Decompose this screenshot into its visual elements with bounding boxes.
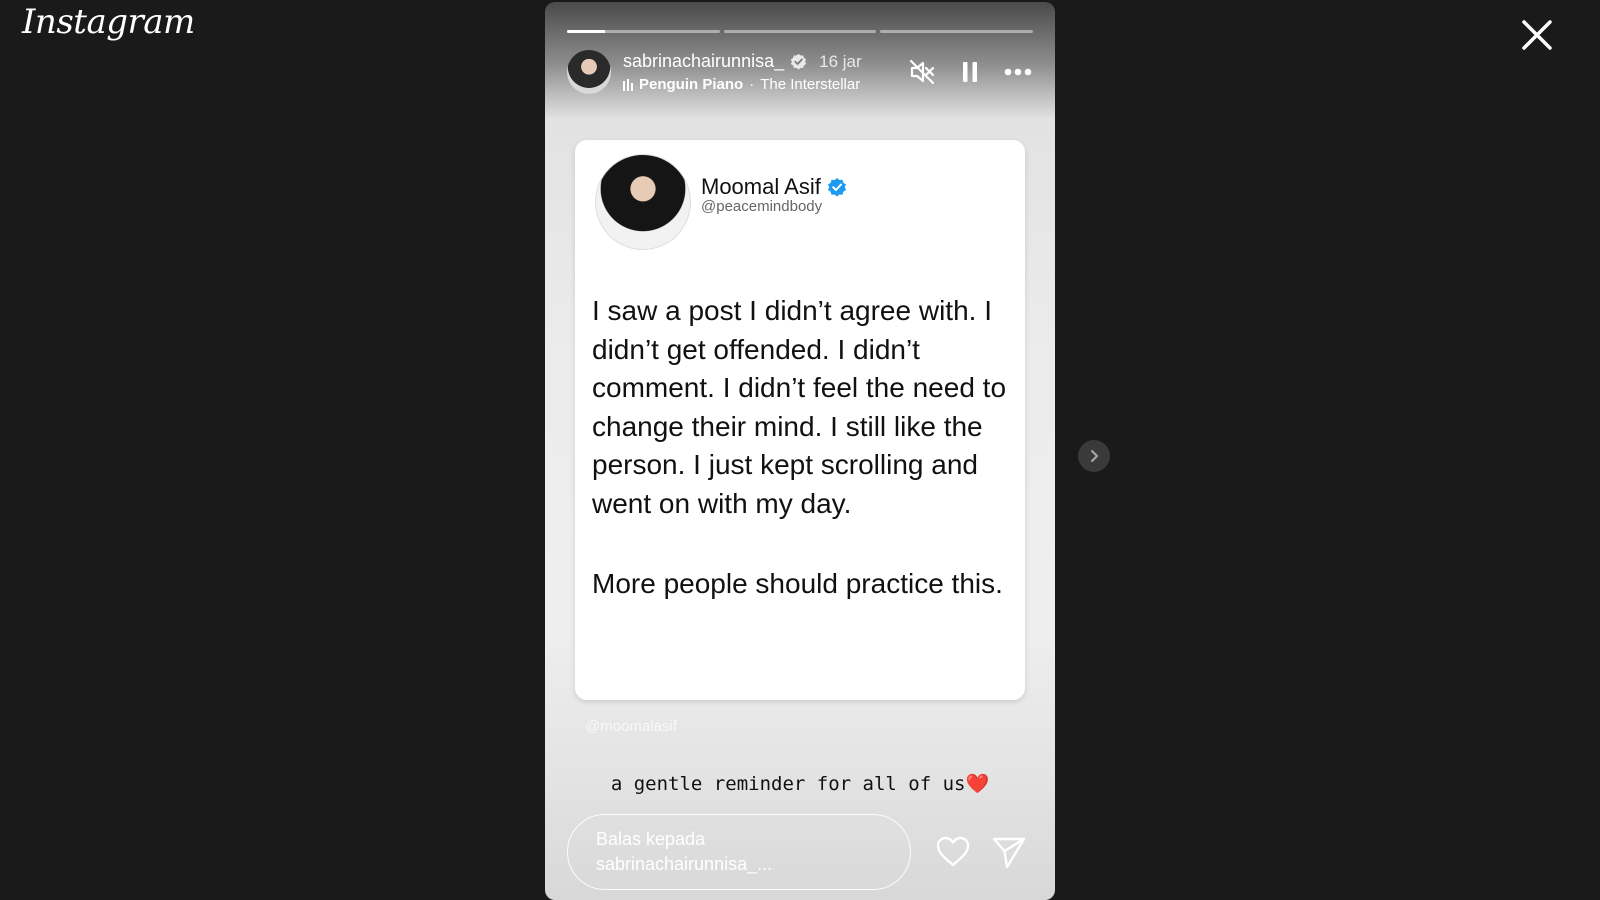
send-icon [992, 837, 1026, 869]
speaker-muted-icon [909, 59, 935, 85]
quote-author-handle: @peacemindbody [701, 198, 823, 215]
progress-segment [723, 30, 877, 33]
story-progress [567, 30, 1034, 33]
story-viewer[interactable]: sabrinachairunnisa_ 16 jar Penguin Piano… [545, 2, 1055, 900]
user-avatar[interactable] [567, 50, 611, 94]
reply-input[interactable]: Balas kepada sabrinachairunnisa_... [567, 814, 911, 890]
story-caption: a gentle reminder for all of us❤️ [545, 772, 1055, 795]
music-separator: · [749, 76, 755, 93]
username[interactable]: sabrinachairunnisa_ [623, 51, 784, 72]
story-controls [907, 57, 1033, 87]
share-button[interactable] [989, 832, 1029, 872]
close-icon [1522, 20, 1552, 50]
pause-icon [963, 62, 977, 82]
chevron-right-icon [1091, 450, 1098, 462]
music-info[interactable]: Penguin Piano · The Interstellar [623, 76, 895, 93]
more-dots-icon [1004, 68, 1032, 76]
verified-badge-icon [827, 178, 846, 197]
instagram-logo[interactable]: Instagram [22, 2, 195, 42]
more-options-button[interactable] [1003, 57, 1033, 87]
progress-segment [880, 30, 1034, 33]
heart-emoji: ❤️ [965, 773, 990, 795]
music-title: The Interstellar [760, 76, 861, 93]
quote-author-avatar [595, 154, 691, 250]
story-meta: sabrinachairunnisa_ 16 jar Penguin Piano… [623, 51, 895, 93]
quote-text: I saw a post I didn’t agree with. I didn… [592, 295, 1007, 519]
quote-text-closing: More people should practice this. [592, 568, 1003, 599]
quote-card: Moomal Asif @peacemindbody I saw a post … [575, 140, 1025, 700]
next-story-button[interactable] [1078, 440, 1110, 472]
music-artist: Penguin Piano [639, 76, 744, 93]
close-button[interactable] [1514, 12, 1560, 58]
progress-fill [567, 30, 606, 33]
reply-placeholder-line2: sabrinachairunnisa_... [596, 854, 773, 874]
verified-badge-icon [790, 53, 807, 70]
mute-button[interactable] [907, 57, 937, 87]
pause-button[interactable] [955, 57, 985, 87]
progress-segment [567, 30, 720, 33]
quote-author-name: Moomal Asif [701, 174, 821, 199]
music-bars-icon [623, 78, 633, 91]
watermark-mention: @moomalasif [585, 718, 677, 735]
reply-placeholder-line1: Balas kepada [596, 829, 706, 849]
like-button[interactable] [933, 832, 973, 872]
post-time: 16 jar [819, 51, 862, 71]
story-header: sabrinachairunnisa_ 16 jar Penguin Piano… [567, 46, 1033, 98]
heart-icon [936, 836, 970, 867]
caption-text: a gentle reminder for all of us [610, 773, 966, 795]
